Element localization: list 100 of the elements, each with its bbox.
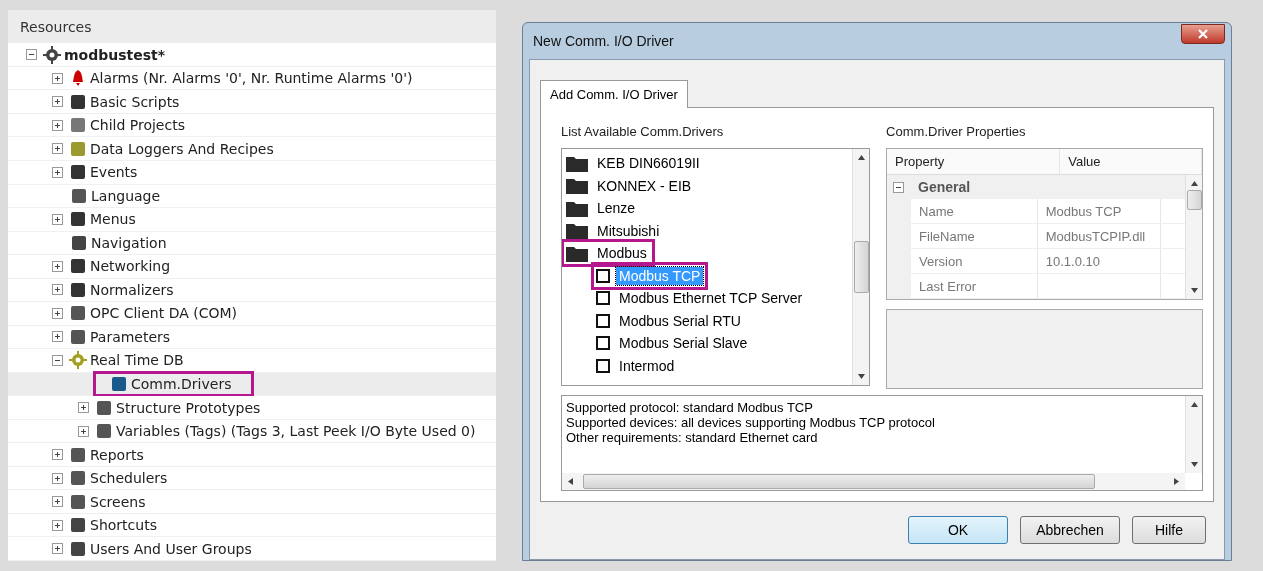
panel-title: Resources — [8, 10, 496, 44]
expand-icon[interactable] — [52, 472, 63, 484]
item-icon — [69, 492, 87, 511]
scroll-down-icon[interactable] — [1190, 288, 1198, 293]
tree-label: Data Loggers And Recipes — [90, 140, 274, 157]
driver-item[interactable]: KONNEX - EIB — [594, 176, 695, 195]
tree-label: Language — [91, 187, 161, 204]
expand-icon[interactable] — [52, 213, 63, 225]
tree-label: Real Time DB — [90, 352, 184, 369]
item-icon — [70, 233, 88, 252]
group-label: General — [918, 179, 971, 195]
tree-label: Normalizers — [90, 281, 174, 298]
checkbox[interactable] — [596, 313, 610, 328]
item-icon — [69, 92, 87, 111]
item-icon — [43, 45, 61, 64]
driver-item[interactable]: Lenze — [594, 199, 639, 218]
tab[interactable]: Add Comm. I/O Driver — [540, 80, 688, 108]
expand-icon[interactable] — [52, 166, 63, 178]
driver-item[interactable]: Modbus Ethernet TCP Server — [616, 289, 806, 308]
driver-item[interactable]: Modbus — [594, 244, 650, 263]
dialog-title: New Comm. I/O Driver — [532, 33, 674, 49]
tree-label: Schedulers — [90, 470, 168, 487]
expand-icon[interactable] — [52, 260, 63, 272]
folder-icon — [566, 222, 588, 240]
close-button[interactable] — [1181, 24, 1225, 44]
folder-icon — [566, 199, 588, 217]
expand-icon[interactable] — [52, 519, 63, 531]
info-line: Other requirements: standard Ethernet card — [566, 430, 819, 445]
collapse-icon[interactable] — [52, 355, 63, 366]
expand-icon[interactable] — [52, 307, 63, 319]
driver-item[interactable]: Modbus Serial RTU — [616, 311, 744, 330]
tree-item[interactable]: Real Time DB — [8, 349, 496, 373]
info-line: Supported protocol: standard Modbus TCP — [566, 400, 814, 415]
tree-label: Variables (Tags) (Tags 3, Last Peek I/O Byte Used 0) — [116, 423, 476, 440]
property-value: Modbus TCP — [1037, 199, 1161, 223]
tree-label: Comm.Drivers — [131, 376, 232, 392]
expand-icon[interactable] — [52, 284, 63, 296]
checkbox[interactable] — [596, 268, 610, 283]
driver-item[interactable]: Mitsubishi — [594, 221, 663, 240]
tree-item[interactable]: modbustest* — [8, 43, 496, 67]
item-icon — [69, 116, 87, 135]
expand-icon[interactable] — [52, 543, 63, 555]
properties-caption: Comm.Driver Properties — [886, 124, 1027, 139]
tree-label: Networking — [90, 258, 171, 275]
folder-icon — [566, 177, 588, 195]
driver-item[interactable]: Modbus Serial Slave — [616, 334, 751, 353]
property-value: 10.1.0.10 — [1037, 249, 1161, 273]
expand-icon[interactable] — [52, 449, 63, 461]
dialog-button[interactable]: Hilfe — [1132, 516, 1206, 544]
column-header: Property — [887, 149, 1061, 174]
property-name: Last Error — [911, 274, 1038, 298]
scroll-thumb[interactable] — [853, 241, 869, 293]
scroll-right-icon[interactable] — [1174, 478, 1179, 485]
horizontal-scrollbar[interactable] — [562, 473, 1185, 490]
close-icon[interactable] — [1198, 29, 1208, 39]
expand-icon[interactable] — [78, 402, 89, 414]
item-icon — [110, 375, 128, 393]
dialog-button[interactable]: Abbrechen — [1020, 516, 1120, 544]
info-line: Supported devices: all devices supporting Modbus TCP protocol — [566, 415, 936, 430]
tree-label: Shortcuts — [90, 517, 157, 534]
scroll-up-icon[interactable] — [1190, 181, 1198, 186]
expand-icon[interactable] — [52, 96, 63, 108]
item-icon — [69, 351, 87, 370]
tree-label: Child Projects — [90, 117, 185, 134]
expand-icon[interactable] — [52, 72, 63, 84]
scroll-left-icon[interactable] — [568, 478, 573, 485]
item-icon — [69, 139, 87, 158]
item-icon — [95, 398, 113, 417]
collapse-icon[interactable] — [893, 181, 905, 193]
tree-item[interactable]: Structure Prototypes — [8, 396, 496, 420]
expand-icon[interactable] — [52, 496, 63, 508]
expand-icon[interactable] — [78, 425, 89, 437]
property-name: Version — [911, 249, 1038, 273]
expand-icon[interactable] — [52, 119, 63, 131]
scroll-down-icon[interactable] — [1190, 462, 1198, 467]
list-caption: List Available Comm.Drivers — [561, 124, 725, 139]
scroll-thumb[interactable] — [1186, 190, 1202, 210]
expand-icon[interactable] — [52, 143, 63, 155]
tree-label: Users And User Groups — [90, 540, 252, 557]
expand-icon[interactable] — [52, 331, 63, 343]
scroll-thumb[interactable] — [583, 474, 1095, 489]
item-icon — [69, 257, 87, 276]
checkbox[interactable] — [596, 291, 610, 306]
scrollbar[interactable] — [1185, 175, 1202, 299]
scroll-down-icon[interactable] — [857, 374, 865, 379]
scroll-up-icon[interactable] — [1190, 402, 1198, 407]
tree-label: Alarms (Nr. Alarms '0', Nr. Runtime Alarms '0') — [90, 70, 413, 87]
tree-item[interactable]: Comm.Drivers — [8, 372, 496, 397]
tree-label: Screens — [90, 493, 146, 510]
checkbox[interactable] — [596, 336, 610, 351]
collapse-icon[interactable] — [26, 49, 37, 61]
driver-item[interactable]: Intermod — [616, 356, 678, 375]
scroll-up-icon[interactable] — [857, 155, 865, 160]
item-icon — [69, 210, 87, 229]
tree-label: Structure Prototypes — [116, 399, 261, 416]
scrollbar[interactable] — [852, 149, 870, 385]
driver-item[interactable]: KEB DIN66019II — [594, 154, 703, 173]
scrollbar[interactable] — [1185, 396, 1202, 473]
checkbox[interactable] — [596, 358, 610, 373]
dialog-button[interactable]: OK — [908, 516, 1008, 544]
